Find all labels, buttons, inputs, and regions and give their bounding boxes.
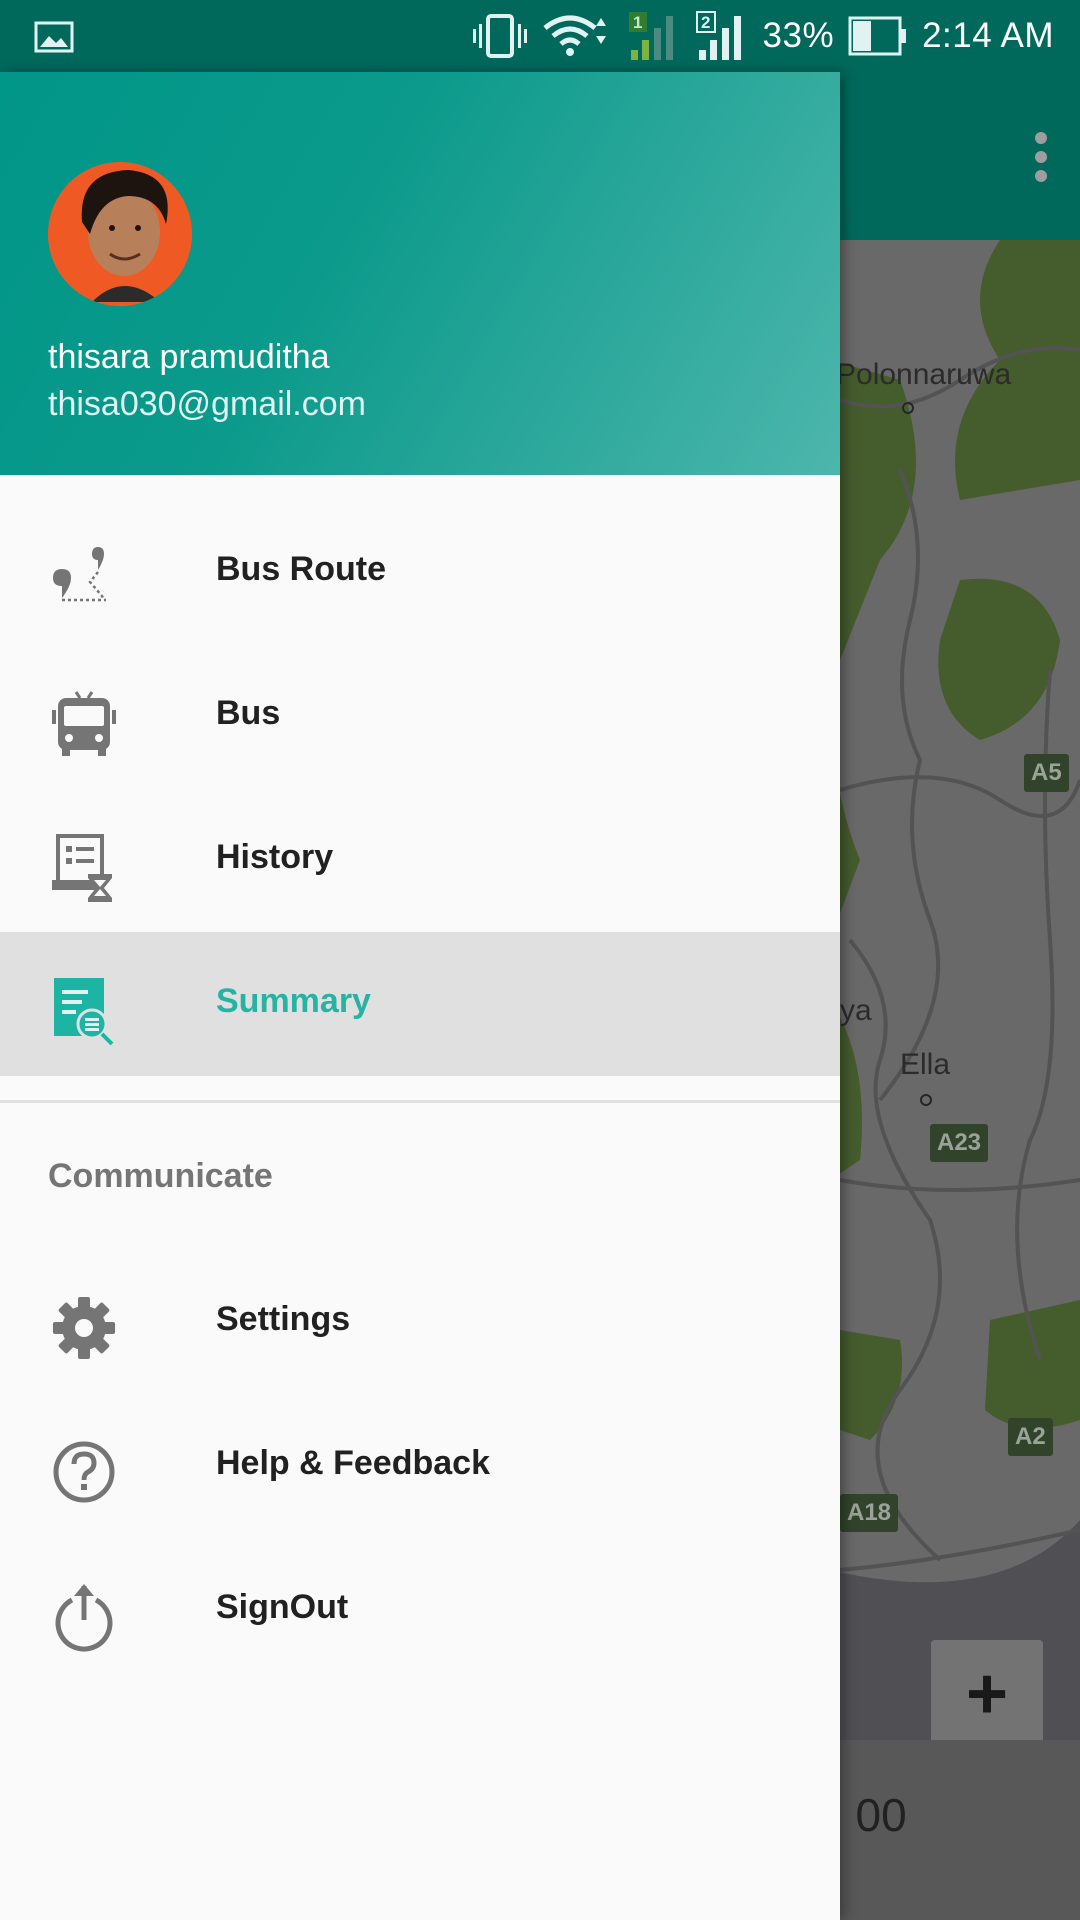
menu-item-bus-route[interactable]: Bus Route xyxy=(0,500,840,644)
menu-item-summary[interactable]: Summary xyxy=(0,932,840,1076)
menu-item-help-feedback[interactable]: Help & Feedback xyxy=(0,1394,840,1538)
help-icon xyxy=(53,1441,115,1503)
menu-item-label: History xyxy=(216,838,334,876)
user-email: thisa030@gmail.com xyxy=(48,385,366,423)
menu-divider xyxy=(0,1100,840,1103)
power-icon xyxy=(55,1584,113,1652)
summary-icon xyxy=(54,978,114,1046)
menu-item-history[interactable]: History xyxy=(0,788,840,932)
menu-item-bus[interactable]: Bus xyxy=(0,644,840,788)
signal-sim1-icon: 1 xyxy=(628,12,673,60)
menu-item-label: Settings xyxy=(216,1300,351,1338)
bus-route-icon xyxy=(53,547,106,602)
vibrate-icon xyxy=(472,14,527,58)
svg-text:2: 2 xyxy=(701,13,710,32)
drawer-header: thisara pramuditha thisa030@gmail.com xyxy=(0,72,840,475)
overflow-menu-icon[interactable] xyxy=(1032,130,1050,184)
menu-item-label: Help & Feedback xyxy=(216,1444,490,1482)
gear-icon xyxy=(53,1297,115,1359)
menu-item-label: SignOut xyxy=(216,1588,349,1626)
menu-item-label: Bus Route xyxy=(216,550,386,588)
avatar[interactable] xyxy=(48,162,192,306)
menu-item-label: Summary xyxy=(216,982,371,1020)
avatar-photo xyxy=(48,162,192,306)
signal-sim2-icon: 2 xyxy=(695,11,741,60)
secondary-menu: Settings Help & Feedback SignOut xyxy=(0,1250,840,1682)
bus-icon xyxy=(52,691,116,756)
history-icon xyxy=(52,834,112,902)
menu-item-settings[interactable]: Settings xyxy=(0,1250,840,1394)
section-title: Communicate xyxy=(48,1157,273,1195)
primary-menu: Bus Route Bus History Summary xyxy=(0,500,840,1076)
gallery-notification-icon xyxy=(34,21,74,53)
battery-percent: 33% xyxy=(762,16,835,55)
menu-item-signout[interactable]: SignOut xyxy=(0,1538,840,1682)
battery-icon xyxy=(848,16,907,56)
menu-item-label: Bus xyxy=(216,694,281,732)
status-bar: 1 2 33% 2:14 AM xyxy=(0,0,1080,72)
user-name: thisara pramuditha xyxy=(48,338,330,376)
svg-text:1: 1 xyxy=(633,13,642,32)
navigation-drawer: thisara pramuditha thisa030@gmail.com Bu… xyxy=(0,72,840,1920)
clock: 2:14 AM xyxy=(922,16,1054,55)
wifi-icon xyxy=(542,15,606,56)
